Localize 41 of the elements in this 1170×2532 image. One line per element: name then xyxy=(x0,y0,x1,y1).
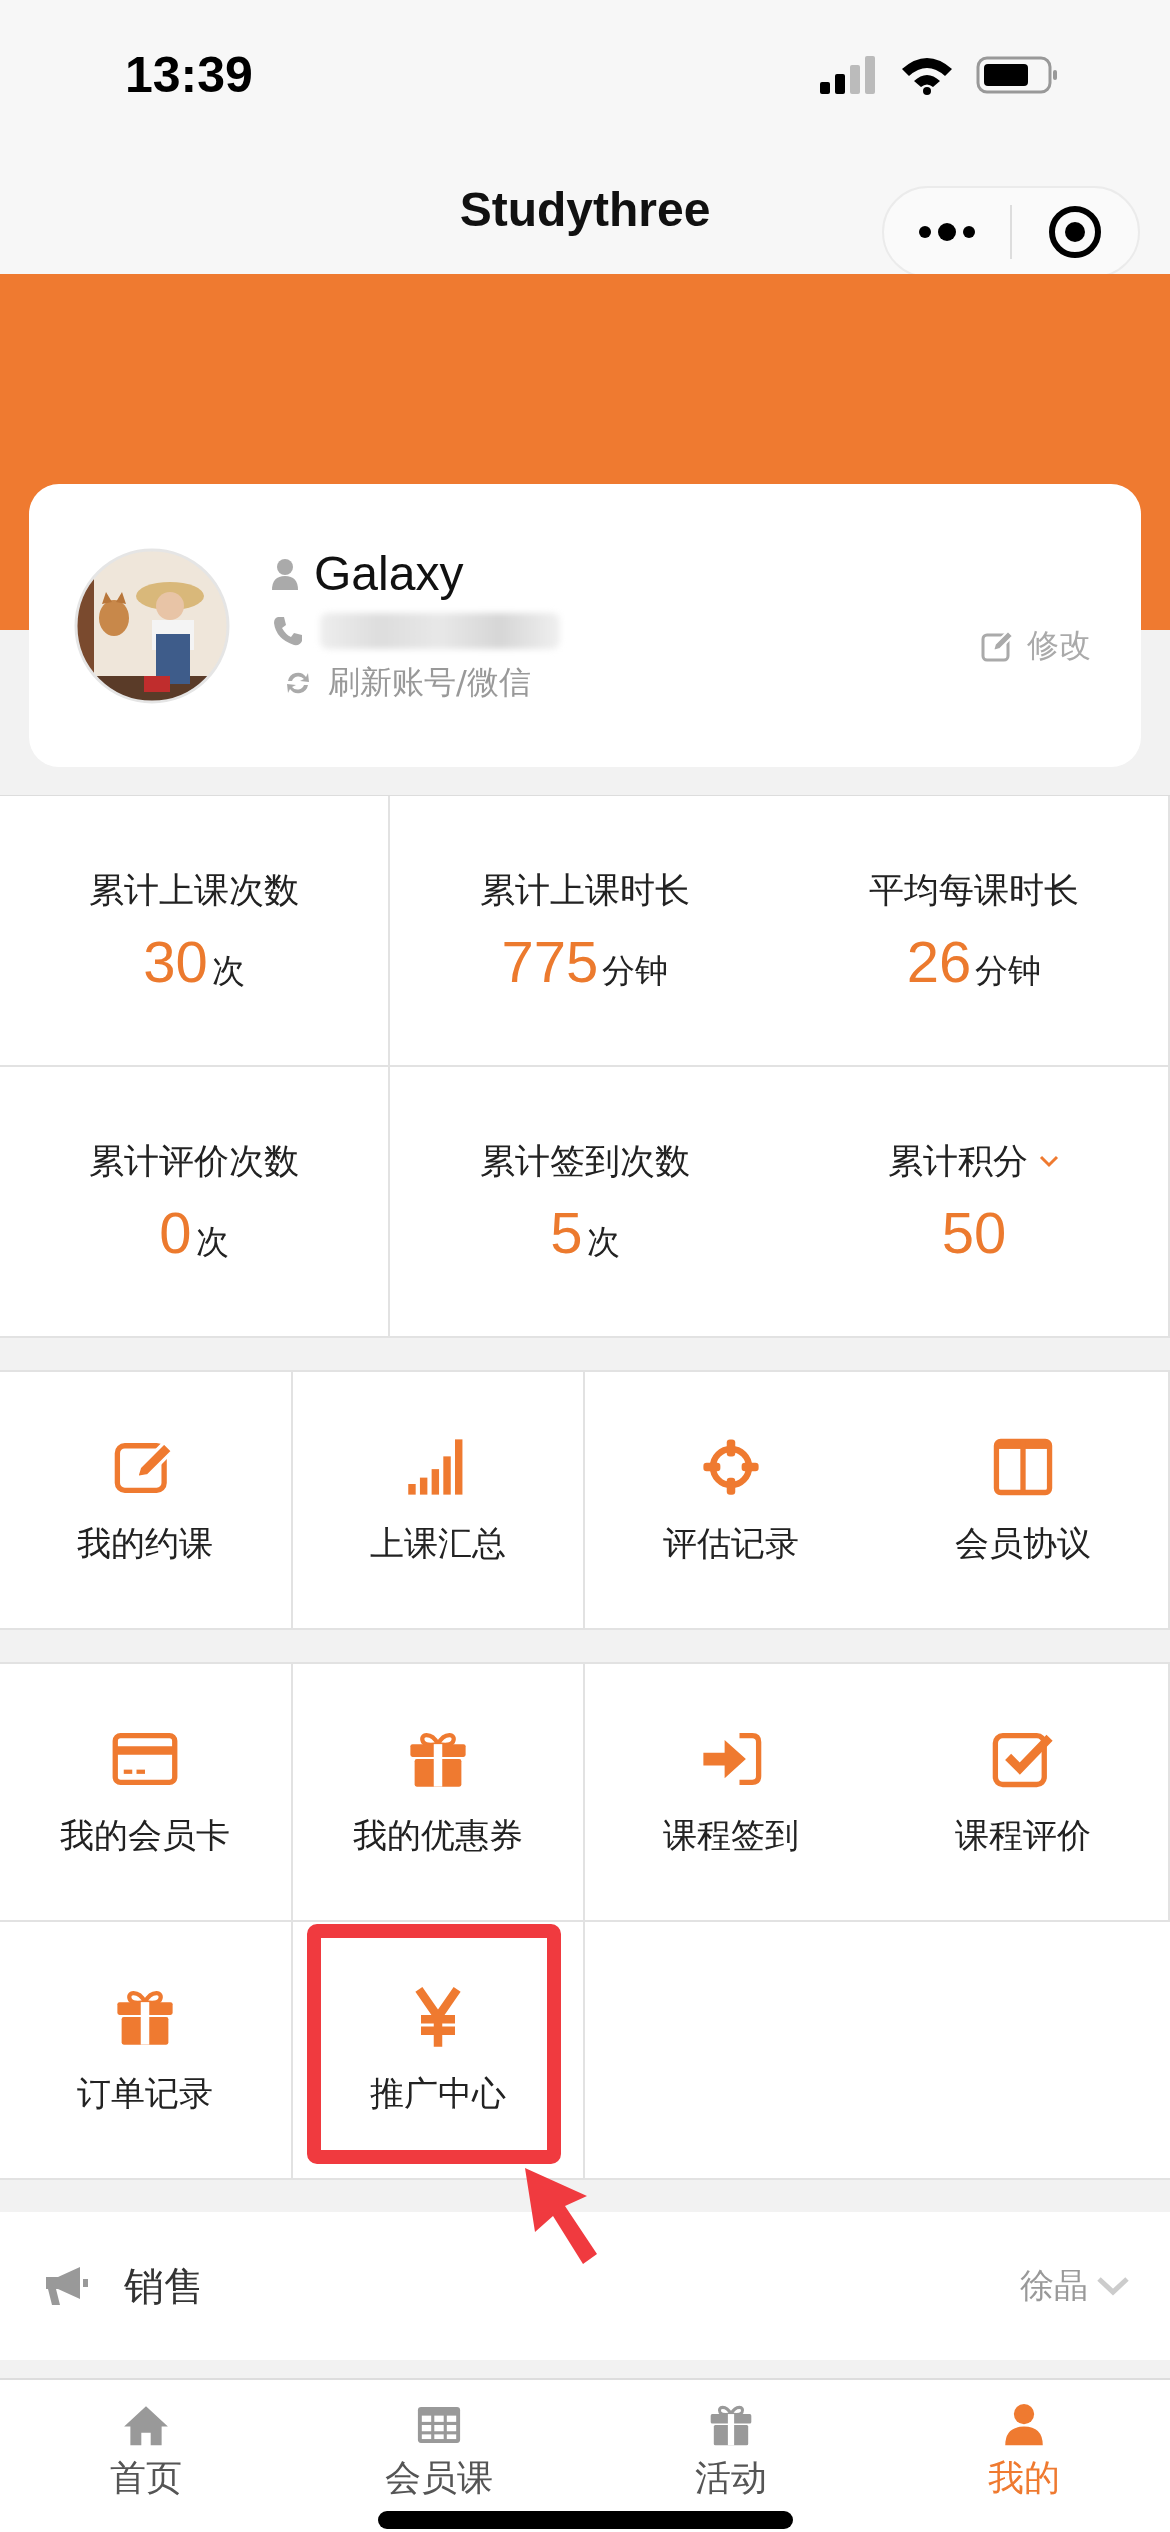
stat-label: 累计上课次数 xyxy=(89,868,299,912)
stat-unit: 次 xyxy=(586,1220,620,1263)
stat-value: 0 xyxy=(159,1198,192,1266)
menu-item[interactable]: 我的约课 xyxy=(0,1372,293,1630)
stat-label: 平均每课时长 xyxy=(869,868,1079,912)
menu-item[interactable]: 推广中心 xyxy=(292,1922,585,2180)
stat-unit: 分钟 xyxy=(975,949,1042,992)
stat-value: 5 xyxy=(550,1198,583,1266)
menu-item[interactable]: 订单记录 xyxy=(0,1922,293,2180)
stat-label: 累计积分 xyxy=(888,1139,1028,1183)
wifi-icon xyxy=(900,55,954,95)
cellular-signal-icon xyxy=(820,56,878,94)
user-name: Galaxy xyxy=(314,546,464,601)
battery-icon xyxy=(976,55,1060,95)
person-icon xyxy=(272,557,298,590)
phone-icon xyxy=(272,615,304,647)
sales-label: 销售 xyxy=(124,2261,205,2311)
menu-item[interactable]: 会员协议 xyxy=(877,1372,1170,1630)
stat-value: 50 xyxy=(941,1198,1007,1266)
page-title: Studythree xyxy=(459,182,711,237)
more-icon xyxy=(917,222,977,242)
menu-item[interactable]: 课程评价 xyxy=(877,1664,1170,1922)
edit-icon xyxy=(981,630,1015,662)
tab[interactable]: 首页 xyxy=(0,2380,293,2532)
stat-label: 累计上课时长 xyxy=(480,868,690,912)
chevron-down-icon[interactable] xyxy=(1038,1154,1060,1168)
stat-label: 累计评价次数 xyxy=(89,1139,299,1183)
menu-item[interactable]: 我的会员卡 xyxy=(0,1664,293,1922)
stat-value: 30 xyxy=(143,927,208,995)
megaphone-icon xyxy=(44,2265,90,2307)
stat-label: 累计签到次数 xyxy=(480,1139,690,1183)
chevron-down-icon xyxy=(1096,2275,1130,2297)
stat-unit: 次 xyxy=(195,1220,229,1263)
stat-value: 775 xyxy=(501,927,599,995)
menu-item[interactable]: 我的优惠券 xyxy=(292,1664,585,1922)
stat-value: 26 xyxy=(906,927,972,995)
clock: 13:39 xyxy=(125,46,253,104)
stat-unit: 分钟 xyxy=(602,949,669,992)
target-icon xyxy=(1047,204,1103,260)
stat-unit: 次 xyxy=(211,949,245,992)
menu-item[interactable]: 上课汇总 xyxy=(292,1372,585,1630)
